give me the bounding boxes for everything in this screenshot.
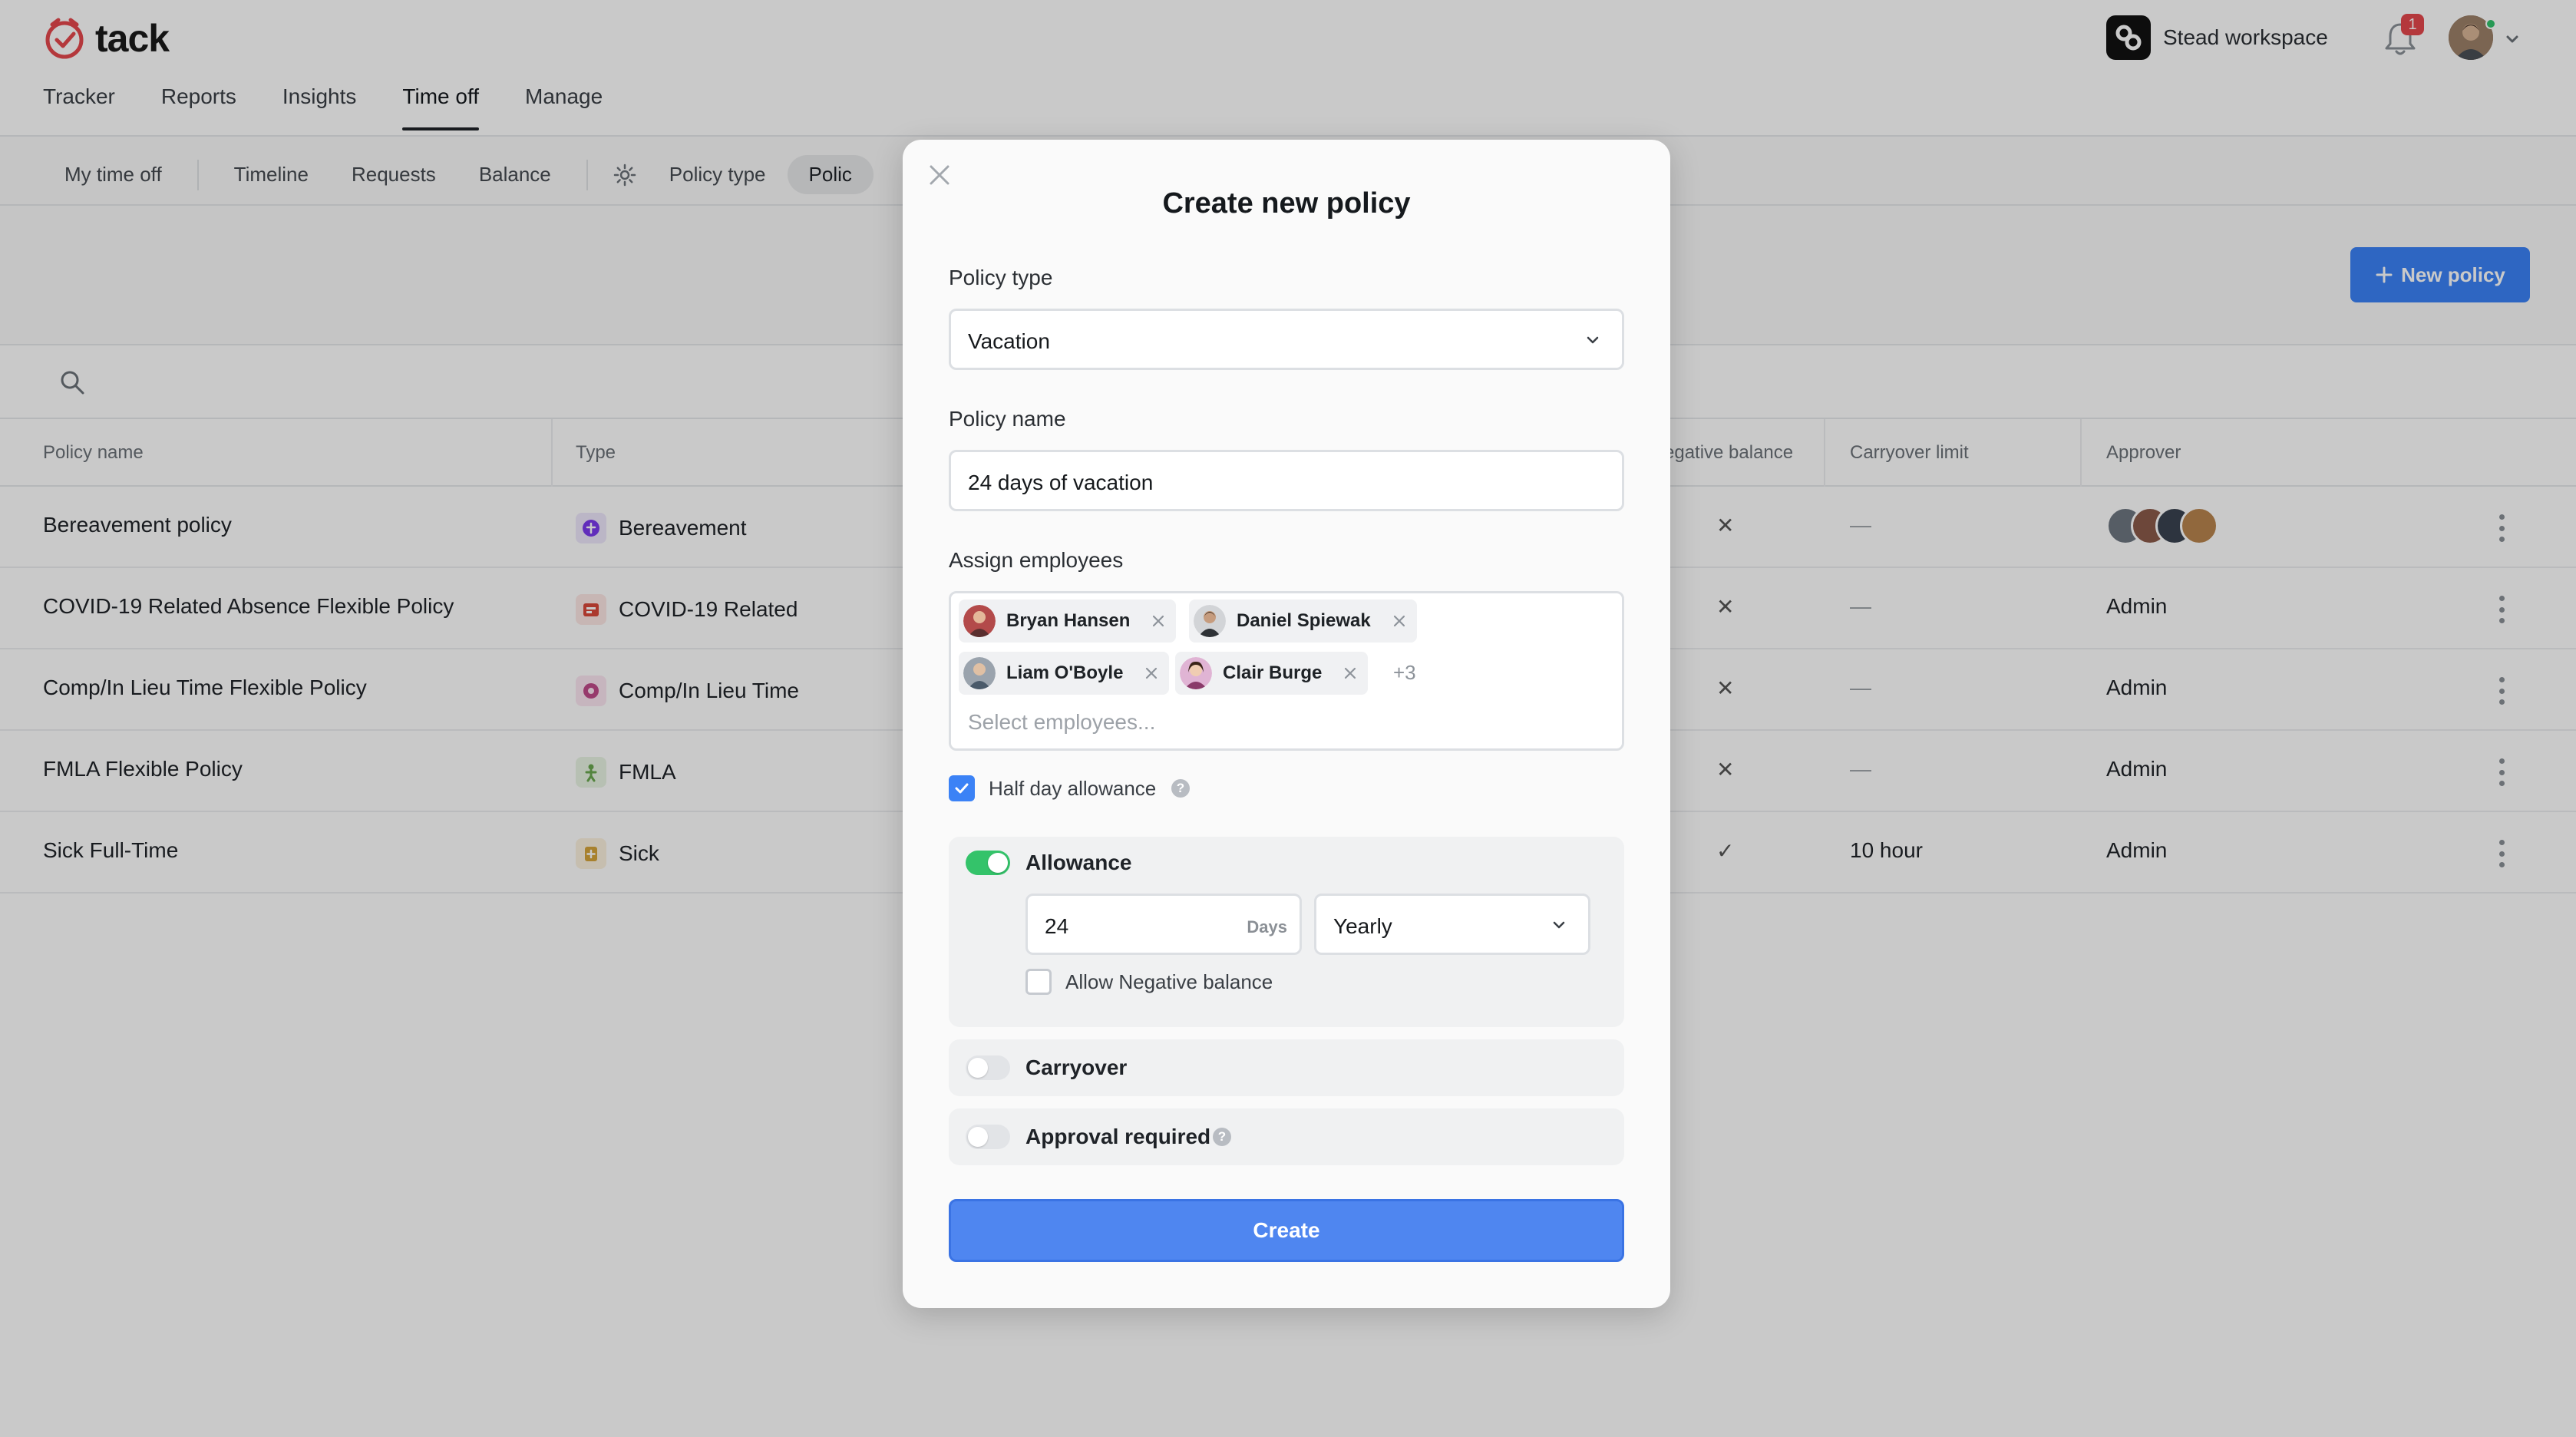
days-unit: Days <box>1247 917 1287 937</box>
carryover-section: Carryover <box>949 1039 1624 1096</box>
allowance-days-input[interactable]: 24 Days <box>1025 894 1302 955</box>
avatar <box>1180 657 1212 689</box>
modal-title: Create new policy <box>1162 187 1411 220</box>
remove-icon[interactable] <box>1342 665 1359 682</box>
allowance-period-value: Yearly <box>1333 914 1392 938</box>
help-icon[interactable]: ? <box>1213 1128 1231 1146</box>
employee-chip: Liam O'Boyle <box>959 652 1170 695</box>
policy-type-label: Policy type <box>949 266 1053 289</box>
check-icon <box>955 783 969 794</box>
close-icon[interactable] <box>926 161 953 189</box>
allow-negative-label: Allow Negative balance <box>1065 970 1273 993</box>
create-policy-modal: Create new policy Policy type Vacation P… <box>903 140 1670 1308</box>
allowance-period-select[interactable]: Yearly <box>1314 894 1590 955</box>
allowance-days-value: 24 <box>1045 914 1069 938</box>
more-employees-count[interactable]: +3 <box>1393 661 1416 685</box>
allowance-section: Allowance 24 Days Yearly Allow Negative … <box>949 837 1624 1027</box>
assign-employees-field[interactable]: Bryan Hansen Daniel Spiewak Liam O'Boyle… <box>949 591 1624 751</box>
half-day-label: Half day allowance <box>989 777 1157 800</box>
half-day-checkbox[interactable] <box>949 775 975 801</box>
allowance-label: Allowance <box>1025 851 1132 874</box>
policy-name-input[interactable]: 24 days of vacation <box>949 450 1624 511</box>
policy-type-select[interactable]: Vacation <box>949 309 1624 370</box>
approval-label: Approval required <box>1025 1125 1211 1148</box>
policy-name-value: 24 days of vacation <box>968 471 1154 494</box>
chevron-down-icon <box>1587 336 1599 344</box>
remove-icon[interactable] <box>1391 613 1408 629</box>
allow-negative-checkbox[interactable] <box>1025 969 1052 995</box>
employee-name: Bryan Hansen <box>1006 610 1131 631</box>
policy-type-value: Vacation <box>968 329 1050 353</box>
carryover-toggle[interactable] <box>966 1055 1010 1080</box>
assign-employees-label: Assign employees <box>949 548 1124 572</box>
create-button[interactable]: Create <box>949 1199 1624 1262</box>
employee-name: Clair Burge <box>1223 662 1323 683</box>
policy-name-label: Policy name <box>949 407 1066 431</box>
help-icon[interactable]: ? <box>1171 779 1190 798</box>
avatar <box>1194 605 1226 637</box>
employee-chip: Bryan Hansen <box>959 600 1177 643</box>
employee-chip: Daniel Spiewak <box>1189 600 1417 643</box>
avatar <box>963 605 996 637</box>
approval-toggle[interactable] <box>966 1125 1010 1149</box>
remove-icon[interactable] <box>1150 613 1167 629</box>
employee-search-input[interactable]: Select employees... <box>968 710 1155 735</box>
avatar <box>963 657 996 689</box>
employee-name: Daniel Spiewak <box>1237 610 1371 631</box>
allowance-toggle[interactable] <box>966 851 1010 875</box>
carryover-label: Carryover <box>1025 1055 1128 1079</box>
remove-icon[interactable] <box>1143 665 1160 682</box>
approval-section: Approval required ? <box>949 1108 1624 1165</box>
employee-chip: Clair Burge <box>1175 652 1369 695</box>
employee-name: Liam O'Boyle <box>1006 662 1124 683</box>
chevron-down-icon <box>1553 921 1565 929</box>
